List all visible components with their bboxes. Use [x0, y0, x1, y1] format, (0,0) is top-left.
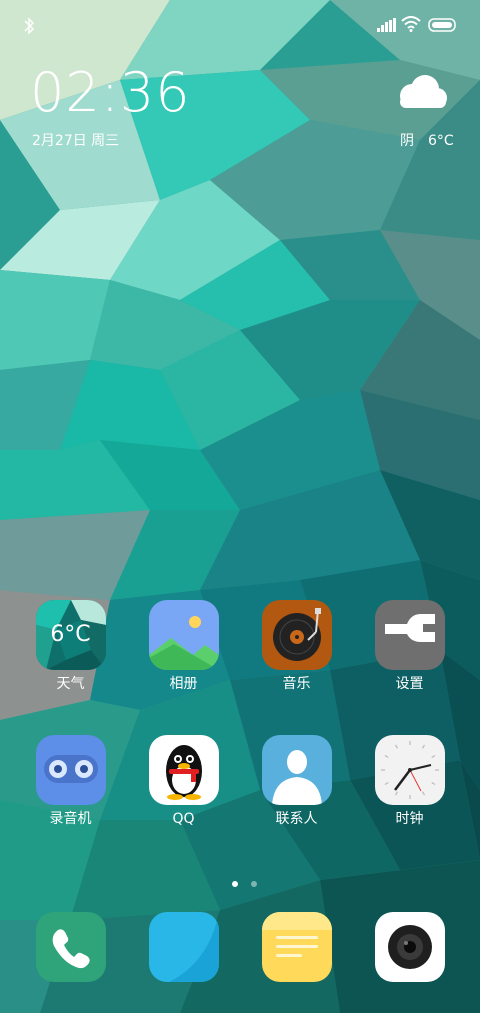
- page-indicator[interactable]: [228, 872, 261, 891]
- wifi-icon: [401, 16, 421, 32]
- app-label: 音乐: [282, 676, 311, 692]
- app-label: 相册: [169, 676, 198, 692]
- app-settings[interactable]: 设置: [353, 600, 466, 692]
- dock-phone[interactable]: [14, 912, 127, 982]
- dock-notes[interactable]: [240, 912, 353, 982]
- dock-camera[interactable]: [353, 912, 466, 982]
- dock-messages[interactable]: [127, 912, 240, 982]
- weather-status: 阴 6°C: [400, 133, 454, 149]
- weather-app-temp: 6°C: [50, 622, 91, 647]
- qq-icon: [148, 735, 219, 805]
- app-label: 天气: [56, 676, 85, 692]
- settings-icon: [374, 600, 445, 670]
- gallery-icon: [148, 600, 219, 670]
- app-weather[interactable]: 6°C 天气: [14, 600, 127, 692]
- notes-icon: [261, 912, 332, 982]
- app-label: 时钟: [395, 811, 424, 827]
- contacts-icon: [261, 735, 332, 805]
- page-dot[interactable]: [251, 881, 258, 887]
- app-label: 设置: [395, 676, 424, 692]
- recorder-icon: [35, 735, 106, 805]
- camera-icon: [374, 912, 445, 982]
- app-contacts[interactable]: 联系人: [240, 735, 353, 827]
- app-music[interactable]: 音乐: [240, 600, 353, 692]
- clock-date: 2月27日 周三: [32, 133, 120, 149]
- messages-icon: [148, 912, 219, 982]
- app-recorder[interactable]: 录音机: [14, 735, 127, 827]
- page-dot-active[interactable]: [232, 881, 238, 887]
- app-label: 联系人: [275, 811, 318, 827]
- app-gallery[interactable]: 相册: [127, 600, 240, 692]
- weather-app-icon: 6°C: [35, 600, 106, 670]
- clock-time[interactable]: 02:36: [30, 66, 191, 120]
- app-label: 录音机: [49, 811, 92, 827]
- bluetooth-icon: [24, 17, 35, 35]
- app-qq[interactable]: QQ: [127, 735, 240, 827]
- signal-icon: [377, 18, 396, 32]
- cloud-icon[interactable]: [392, 72, 450, 112]
- status-bar: [0, 0, 480, 50]
- app-clock[interactable]: 时钟: [353, 735, 466, 827]
- home-screen: 02:36 2月27日 周三 阴 6°C 6°C 天气 相册 音乐 设置 录音机…: [0, 0, 480, 1013]
- app-label: QQ: [172, 811, 195, 827]
- music-icon: [261, 600, 332, 670]
- wallpaper: [0, 0, 480, 1013]
- phone-icon: [35, 912, 106, 982]
- battery-icon: [428, 18, 456, 32]
- clock-app-icon: [374, 735, 445, 805]
